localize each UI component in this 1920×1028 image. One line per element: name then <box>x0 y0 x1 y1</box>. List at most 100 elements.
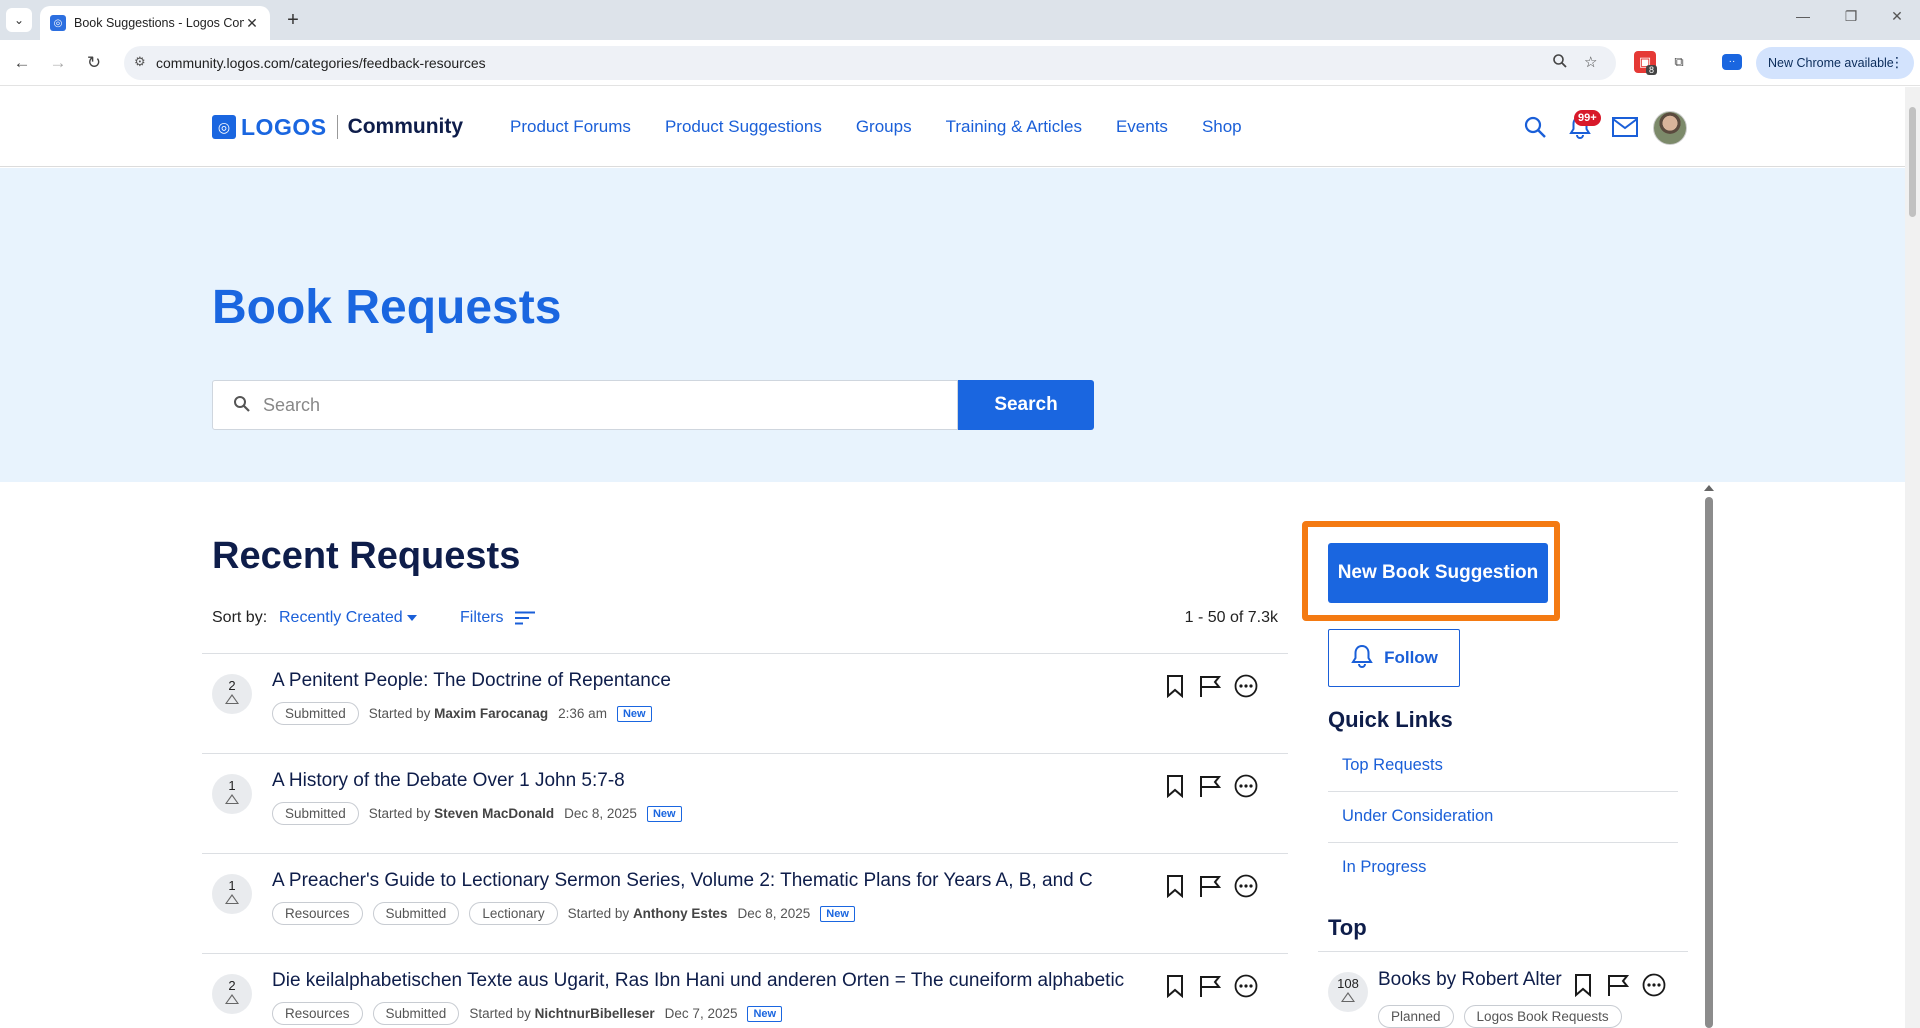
sort-label: Sort by: <box>212 609 268 626</box>
vote-button[interactable]: 2 <box>212 674 252 714</box>
request-title-link[interactable]: A Penitent People: The Doctrine of Repen… <box>272 670 671 692</box>
chrome-update-button[interactable]: New Chrome available ⋮ <box>1756 47 1914 79</box>
status-tag[interactable]: Submitted <box>372 902 460 925</box>
author-name[interactable]: Steven MacDonald <box>434 806 554 821</box>
scroll-up-arrow-icon[interactable] <box>1704 485 1714 491</box>
flag-icon[interactable] <box>1198 974 1222 1003</box>
quick-link-top-requests[interactable]: Top Requests <box>1328 741 1678 792</box>
restore-icon[interactable]: ❐ <box>1840 8 1862 25</box>
address-bar[interactable]: ⚙ community.logos.com/categories/feedbac… <box>124 46 1616 80</box>
vote-count: 108 <box>1337 976 1359 991</box>
vote-button[interactable]: 1 <box>212 774 252 814</box>
sidebar-scroll-thumb[interactable] <box>1705 497 1713 1028</box>
nav-groups[interactable]: Groups <box>856 117 912 137</box>
request-title-link[interactable]: A History of the Debate Over 1 John 5:7-… <box>272 770 625 792</box>
search-input[interactable] <box>263 381 943 429</box>
close-tab-icon[interactable]: ✕ <box>244 15 260 32</box>
nav-events[interactable]: Events <box>1116 117 1168 137</box>
follow-button[interactable]: Follow <box>1328 629 1460 687</box>
page-scrollbar[interactable] <box>1905 87 1920 1028</box>
messages-envelope-icon[interactable] <box>1609 111 1641 143</box>
page-title: Book Requests <box>212 281 562 334</box>
url-text: community.logos.com/categories/feedback-… <box>156 55 486 71</box>
minimize-icon[interactable]: — <box>1792 8 1814 24</box>
quick-link-under-consideration[interactable]: Under Consideration <box>1328 792 1678 843</box>
new-tab-icon[interactable]: + <box>282 9 304 31</box>
status-tag[interactable]: Planned <box>1378 1005 1454 1028</box>
filter-lines-icon[interactable] <box>515 611 535 630</box>
hero-banner: Book Requests Search <box>0 168 1905 482</box>
more-options-icon[interactable] <box>1642 973 1666 1002</box>
upvote-arrow-icon <box>225 994 239 1004</box>
chrome-update-label: New Chrome available <box>1768 56 1894 70</box>
status-tag[interactable]: Submitted <box>272 702 359 725</box>
profile-extension-icon[interactable]: ·· <box>1722 54 1742 70</box>
request-title-link[interactable]: A Preacher's Guide to Lectionary Sermon … <box>272 870 1093 892</box>
flag-icon[interactable] <box>1606 973 1630 1002</box>
bookmark-star-icon[interactable]: ☆ <box>1584 53 1597 71</box>
reload-icon[interactable]: ↻ <box>82 51 106 75</box>
extension-badge: 8 <box>1646 65 1658 75</box>
vote-button[interactable]: 1 <box>212 874 252 914</box>
status-tag[interactable]: Submitted <box>372 1002 460 1025</box>
site-info-icon[interactable]: ⚙ <box>134 54 146 70</box>
tab-search-icon[interactable]: ⌄ <box>6 8 32 32</box>
author-name[interactable]: Maxim Farocanag <box>434 706 548 721</box>
tab-title: Book Suggestions - Logos Com <box>74 16 244 30</box>
category-tag[interactable]: Resources <box>272 1002 363 1025</box>
filters-button[interactable]: Filters <box>460 609 504 627</box>
flag-icon[interactable] <box>1198 774 1222 803</box>
logos-mark-icon: ◎ <box>212 115 236 139</box>
nav-shop[interactable]: Shop <box>1202 117 1242 137</box>
page-scroll-thumb[interactable] <box>1909 107 1916 217</box>
zoom-icon[interactable] <box>1552 53 1568 73</box>
started-by: Started by Anthony Estes <box>568 906 728 921</box>
search-icon[interactable] <box>1519 111 1551 143</box>
window-close-icon[interactable]: ✕ <box>1886 8 1908 25</box>
bookmark-icon[interactable] <box>1164 874 1186 903</box>
nav-product-forums[interactable]: Product Forums <box>510 117 631 137</box>
more-options-icon[interactable] <box>1234 874 1258 903</box>
author-name[interactable]: NichtnurBibelleser <box>535 1006 655 1021</box>
nav-product-suggestions[interactable]: Product Suggestions <box>665 117 822 137</box>
upvote-arrow-icon <box>225 794 239 804</box>
back-icon[interactable]: ← <box>10 51 34 75</box>
new-book-suggestion-button[interactable]: New Book Suggestion <box>1328 543 1548 603</box>
flag-icon[interactable] <box>1198 874 1222 903</box>
user-avatar[interactable] <box>1653 111 1687 145</box>
new-badge: New <box>646 805 682 822</box>
bookmark-icon[interactable] <box>1164 774 1186 803</box>
bookmark-icon[interactable] <box>1164 974 1186 1003</box>
sort-dropdown[interactable]: Recently Created <box>279 609 417 627</box>
status-tag[interactable]: Submitted <box>272 802 359 825</box>
post-time: 2:36 am <box>558 706 607 721</box>
forward-icon[interactable]: → <box>46 51 70 75</box>
author-name[interactable]: Anthony Estes <box>633 906 728 921</box>
nav-training-articles[interactable]: Training & Articles <box>946 117 1082 137</box>
vote-button[interactable]: 108 <box>1328 972 1368 1012</box>
vote-button[interactable]: 2 <box>212 974 252 1014</box>
top-item-title-link[interactable]: Books by Robert Alter <box>1378 969 1562 991</box>
flag-icon[interactable] <box>1198 674 1222 703</box>
extensions-puzzle-icon[interactable]: ⧉ <box>1668 51 1690 73</box>
search-button[interactable]: Search <box>958 380 1094 430</box>
category-tag[interactable]: Resources <box>272 902 363 925</box>
request-meta: Resources Submitted Lectionary Started b… <box>272 902 855 925</box>
chrome-menu-icon[interactable]: ⋮ <box>1890 54 1904 71</box>
category-tag[interactable]: Lectionary <box>469 902 558 925</box>
quick-link-in-progress[interactable]: In Progress <box>1328 843 1678 894</box>
bookmark-icon[interactable] <box>1572 973 1594 1002</box>
sort-filter-bar: Sort by: Recently Created Filters 1 - 50… <box>212 607 1278 631</box>
logos-community-logo[interactable]: ◎ LOGOS Community <box>212 114 463 140</box>
recent-requests-heading: Recent Requests <box>212 535 521 577</box>
sidebar-scrollbar[interactable] <box>1703 485 1715 1028</box>
more-options-icon[interactable] <box>1234 974 1258 1003</box>
more-options-icon[interactable] <box>1234 674 1258 703</box>
browser-toolbar: ← → ↻ ⚙ community.logos.com/categories/f… <box>0 40 1920 86</box>
started-by: Started by Steven MacDonald <box>369 806 554 821</box>
category-tag[interactable]: Logos Book Requests <box>1463 1005 1622 1028</box>
more-options-icon[interactable] <box>1234 774 1258 803</box>
request-title-link[interactable]: Die keilalphabetischen Texte aus Ugarit,… <box>272 970 1124 992</box>
bookmark-icon[interactable] <box>1164 674 1186 703</box>
browser-tab[interactable]: ◎ Book Suggestions - Logos Com ✕ <box>40 6 270 40</box>
